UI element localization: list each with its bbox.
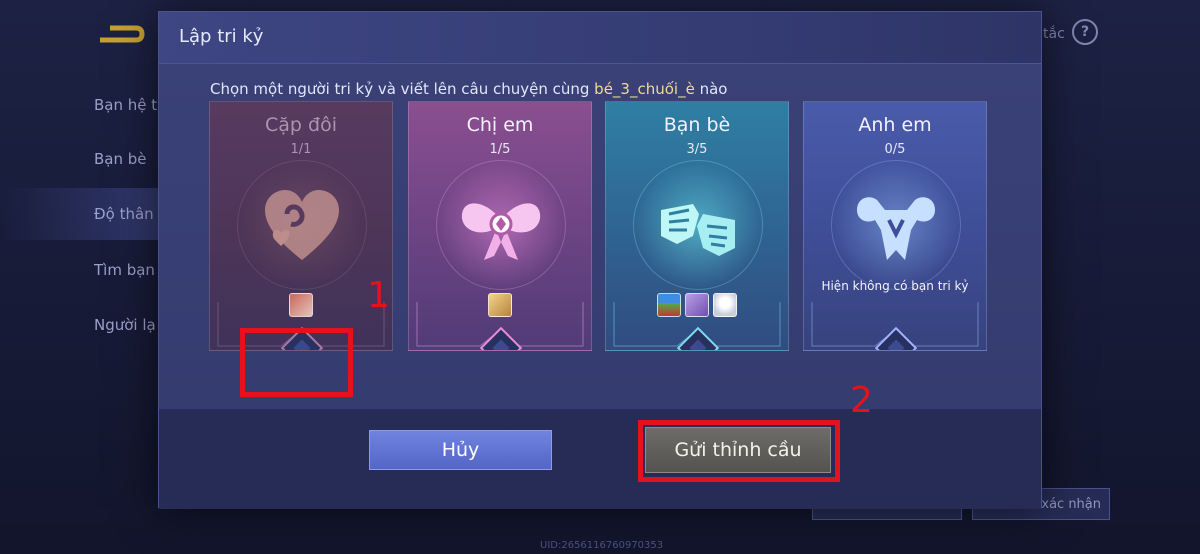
fist-bump-icon	[661, 204, 735, 256]
heart-icon	[265, 190, 339, 260]
cancel-button[interactable]: Hủy	[369, 430, 552, 470]
card-count: 1/1	[290, 142, 312, 157]
card-count: 1/5	[489, 142, 511, 157]
nav-item-friend-system[interactable]: Bạn hệ t	[94, 96, 157, 114]
help-icon[interactable]: ?	[1072, 19, 1098, 45]
nav-item-find-friends[interactable]: Tìm bạn	[94, 261, 155, 279]
card-count: 0/5	[884, 142, 906, 157]
subtitle-suffix: nào	[694, 80, 728, 98]
relation-card-friends[interactable]: Bạn bè 3/5	[605, 101, 789, 351]
annotation-number-2: 2	[850, 380, 873, 421]
uid-label: UID:2656116760970353	[540, 540, 664, 551]
dialog-header: Lập tri kỷ	[159, 12, 1041, 64]
annotation-box-1	[240, 328, 353, 397]
muscle-icon	[857, 197, 935, 260]
relation-card-couple[interactable]: Cặp đôi 1/1	[209, 101, 393, 351]
annotation-number-1: 1	[367, 275, 390, 316]
empty-note: Hiện không có bạn tri kỷ	[821, 279, 969, 293]
card-title: Anh em	[858, 114, 932, 136]
card-title: Chị em	[466, 114, 534, 136]
nav-item-strangers[interactable]: Người lạ	[94, 316, 156, 334]
help-label: tắc	[1043, 26, 1065, 42]
nav-item-intimacy[interactable]: Độ thân	[94, 205, 154, 223]
back-arrow-icon[interactable]	[96, 22, 146, 46]
nav-item-friends[interactable]: Bạn bè	[94, 150, 147, 168]
card-count: 3/5	[686, 142, 708, 157]
relation-card-brothers[interactable]: Anh em 0/5 Hiện không có bạn tri kỷ	[803, 101, 987, 351]
dialog-title: Lập tri kỷ	[179, 26, 264, 47]
dialog-footer	[159, 409, 1041, 509]
friend-name: bé_3_chuối_è	[594, 80, 695, 98]
relation-card-sisters[interactable]: Chị em 1/5	[408, 101, 592, 351]
dialog-subtitle: Chọn một người tri kỷ và viết lên câu ch…	[210, 80, 727, 98]
card-title: Bạn bè	[663, 114, 731, 136]
bow-icon	[461, 203, 541, 260]
subtitle-prefix: Chọn một người tri kỷ và viết lên câu ch…	[210, 80, 595, 98]
annotation-box-2	[638, 420, 840, 482]
card-title: Cặp đôi	[265, 114, 337, 136]
